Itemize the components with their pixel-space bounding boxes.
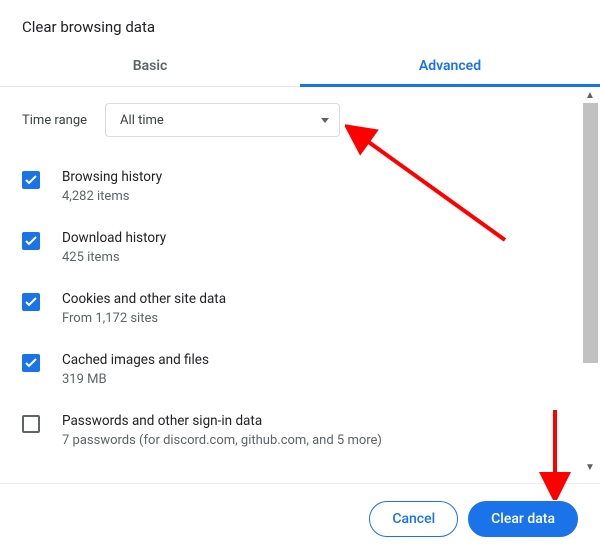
checkbox[interactable]	[22, 171, 40, 189]
dialog-title: Clear browsing data	[0, 0, 600, 48]
checkbox[interactable]	[22, 293, 40, 311]
scroll-area: Time range All time Browsing history 4,28…	[0, 87, 600, 475]
option-texts: Browsing history 4,282 items	[62, 169, 162, 204]
time-range-row: Time range All time	[22, 103, 556, 137]
option-title: Cookies and other site data	[62, 291, 226, 307]
option-texts: Passwords and other sign-in data 7 passwo…	[62, 413, 382, 448]
checkbox[interactable]	[22, 415, 40, 433]
option-subtitle: 319 MB	[62, 372, 209, 387]
option-title: Download history	[62, 230, 166, 246]
tab-bar: Basic Advanced	[0, 48, 600, 87]
option-title: Passwords and other sign-in data	[62, 413, 382, 429]
clear-browsing-data-dialog: Clear browsing data Basic Advanced Time …	[0, 0, 600, 553]
option-title: Cached images and files	[62, 352, 209, 368]
option-row: Download history 425 items	[22, 222, 556, 283]
chevron-down-icon	[321, 118, 329, 123]
scroll-down-icon[interactable]: ▼	[582, 459, 598, 475]
time-range-select[interactable]: All time	[105, 103, 340, 137]
dialog-content: Time range All time Browsing history 4,28…	[0, 87, 578, 475]
option-row: Passwords and other sign-in data 7 passwo…	[22, 405, 556, 466]
option-row: Cached images and files 319 MB	[22, 344, 556, 405]
scroll-up-icon[interactable]: ▲	[582, 87, 598, 103]
option-title: Browsing history	[62, 169, 162, 185]
time-range-label: Time range	[22, 113, 87, 128]
tab-advanced-label: Advanced	[419, 58, 481, 74]
option-texts: Autofill form data	[62, 474, 166, 475]
checkbox[interactable]	[22, 354, 40, 372]
option-texts: Download history 425 items	[62, 230, 166, 265]
clear-data-button-label: Clear data	[491, 511, 555, 527]
checkbox[interactable]	[22, 232, 40, 250]
option-row: Autofill form data	[22, 466, 556, 475]
option-row: Cookies and other site data From 1,172 si…	[22, 283, 556, 344]
tab-basic[interactable]: Basic	[0, 48, 300, 86]
option-texts: Cookies and other site data From 1,172 si…	[62, 291, 226, 326]
cancel-button-label: Cancel	[392, 511, 435, 527]
dialog-footer: Cancel Clear data	[0, 483, 600, 553]
time-range-value: All time	[120, 113, 164, 128]
scroll-thumb[interactable]	[583, 103, 598, 363]
tab-advanced[interactable]: Advanced	[300, 48, 600, 86]
option-subtitle: From 1,172 sites	[62, 311, 226, 326]
cancel-button[interactable]: Cancel	[369, 501, 458, 537]
option-texts: Cached images and files 319 MB	[62, 352, 209, 387]
option-subtitle: 7 passwords (for discord.com, github.com…	[62, 433, 382, 448]
option-subtitle: 425 items	[62, 250, 166, 265]
vertical-scrollbar[interactable]: ▲ ▼	[582, 87, 598, 475]
clear-data-button[interactable]: Clear data	[468, 501, 578, 537]
option-title: Autofill form data	[62, 474, 166, 475]
option-row: Browsing history 4,282 items	[22, 161, 556, 222]
option-subtitle: 4,282 items	[62, 189, 162, 204]
tab-basic-label: Basic	[133, 58, 168, 74]
